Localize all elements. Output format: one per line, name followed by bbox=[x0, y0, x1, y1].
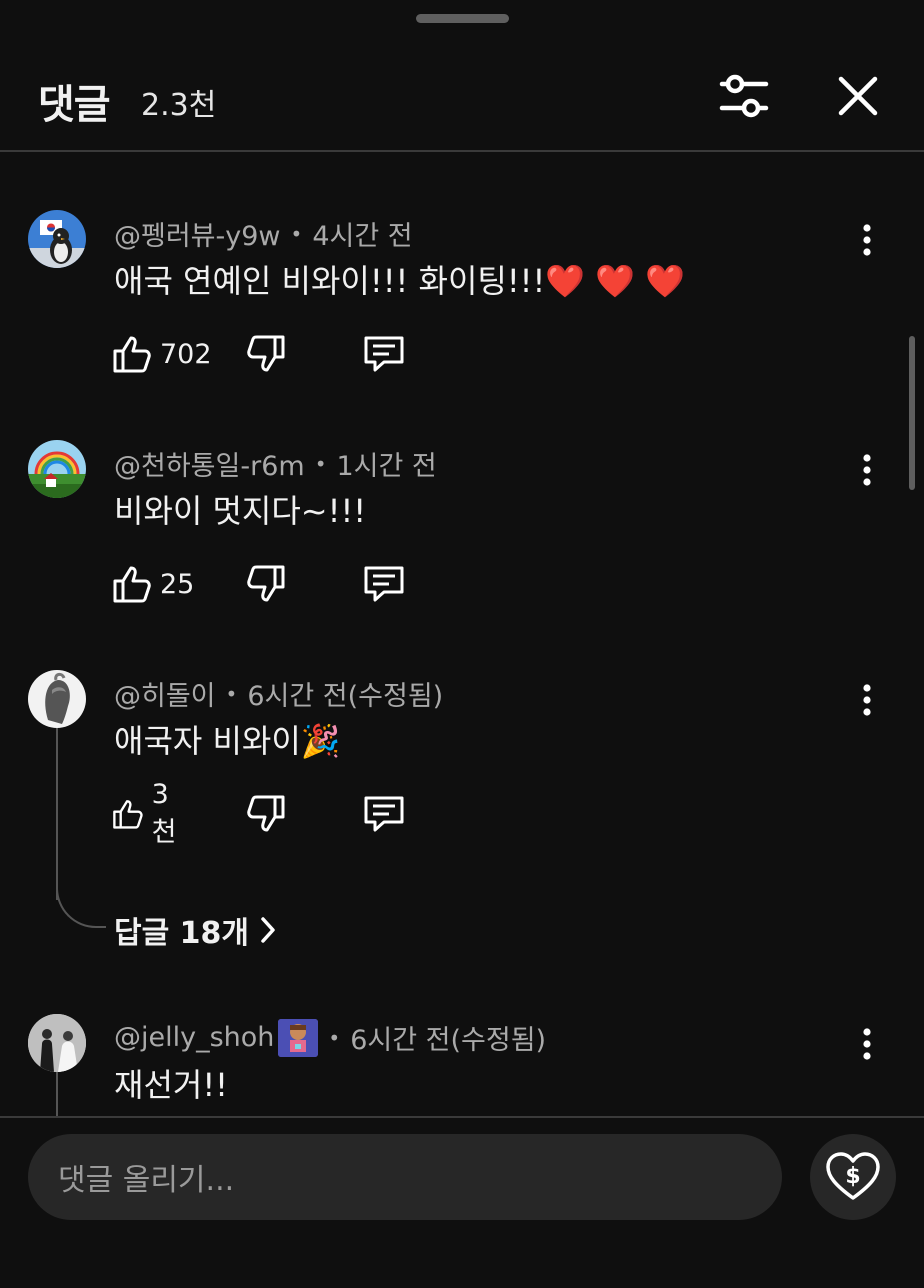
replies-count-label: 답글 18개 bbox=[114, 916, 249, 951]
avatar[interactable] bbox=[28, 1014, 86, 1072]
thumbs-up-icon bbox=[113, 566, 151, 603]
heart-dollar-icon: $ bbox=[826, 1152, 880, 1200]
like-count: 3천 bbox=[151, 779, 177, 848]
thumbs-up-icon bbox=[113, 336, 151, 373]
dislike-button[interactable] bbox=[246, 332, 286, 376]
separator-dot: • bbox=[328, 1025, 341, 1050]
like-button[interactable]: 702 bbox=[112, 332, 212, 376]
reply-button[interactable] bbox=[362, 332, 406, 376]
close-icon bbox=[838, 76, 878, 116]
scrollbar[interactable] bbox=[909, 336, 915, 490]
comment-icon bbox=[364, 566, 404, 602]
avatar[interactable] bbox=[28, 210, 86, 268]
like-count: 702 bbox=[160, 338, 212, 370]
thread-line bbox=[56, 728, 58, 900]
thread-line bbox=[56, 1072, 58, 1116]
filter-button[interactable] bbox=[718, 70, 770, 122]
comment-author[interactable]: @jelly_shoh bbox=[114, 1022, 274, 1053]
more-vertical-icon bbox=[863, 684, 871, 716]
comment-author[interactable]: @펭러뷰-y9w bbox=[114, 214, 281, 253]
dislike-button[interactable] bbox=[246, 562, 286, 606]
sliders-icon bbox=[719, 74, 769, 118]
avatar[interactable] bbox=[28, 440, 86, 498]
separator-dot: • bbox=[225, 681, 238, 706]
close-button[interactable] bbox=[832, 70, 884, 122]
separator-dot: • bbox=[314, 451, 327, 476]
comment-text: 재선거!! bbox=[114, 1066, 228, 1104]
super-thanks-button[interactable]: $ bbox=[810, 1134, 896, 1220]
comment-text: 애국자 비와이🎉 bbox=[114, 722, 341, 760]
comment-author[interactable]: @천하통일-r6m bbox=[114, 444, 305, 483]
member-badge-icon bbox=[278, 1018, 319, 1057]
comment-text: 비와이 멋지다~!!! bbox=[114, 492, 367, 530]
more-options-button[interactable] bbox=[852, 452, 882, 488]
comment-author[interactable]: @히돌이 bbox=[114, 674, 216, 713]
comment-time: 6시간 전(수정됨) bbox=[247, 681, 444, 712]
reply-button[interactable] bbox=[362, 792, 406, 836]
comment-icon bbox=[364, 796, 404, 832]
comment-time: 4시간 전 bbox=[312, 221, 413, 252]
like-button[interactable]: 25 bbox=[112, 562, 194, 606]
comment-composer: 댓글 올리기... $ bbox=[0, 1116, 924, 1288]
thread-curve bbox=[56, 888, 106, 928]
thumbs-down-icon bbox=[247, 565, 285, 602]
comments-list[interactable]: @펭러뷰-y9w • 4시간 전 애국 연예인 비와이!!! 화이팅!!!❤️ … bbox=[0, 154, 924, 1116]
svg-text:$: $ bbox=[845, 1164, 860, 1189]
comment-time: 6시간 전(수정됨) bbox=[350, 1025, 547, 1056]
comment-text: 애국 연예인 비와이!!! 화이팅!!!❤️ ❤️ ❤️ bbox=[114, 262, 686, 300]
thumbs-up-icon bbox=[113, 800, 143, 829]
more-options-button[interactable] bbox=[852, 682, 882, 718]
like-count: 25 bbox=[160, 568, 195, 600]
comment-icon bbox=[364, 336, 404, 372]
chevron-right-icon bbox=[261, 917, 275, 943]
thumbs-down-icon bbox=[247, 795, 285, 832]
comment-time: 1시간 전 bbox=[336, 451, 437, 482]
more-vertical-icon bbox=[863, 224, 871, 256]
page-title: 댓글 bbox=[38, 82, 111, 128]
reply-button[interactable] bbox=[362, 562, 406, 606]
more-vertical-icon bbox=[863, 454, 871, 486]
view-replies-button[interactable]: 답글 18개 bbox=[114, 908, 277, 952]
thumbs-down-icon bbox=[247, 335, 285, 372]
like-button[interactable]: 3천 bbox=[112, 779, 185, 848]
avatar[interactable] bbox=[28, 670, 86, 728]
more-options-button[interactable] bbox=[852, 1026, 882, 1062]
more-options-button[interactable] bbox=[852, 222, 882, 258]
dislike-button[interactable] bbox=[246, 792, 286, 836]
more-vertical-icon bbox=[863, 1028, 871, 1060]
comment-input[interactable]: 댓글 올리기... bbox=[28, 1134, 782, 1220]
separator-dot: • bbox=[290, 221, 303, 246]
comments-header: 댓글 2.3천 bbox=[0, 0, 924, 152]
comment-count: 2.3천 bbox=[141, 88, 217, 123]
